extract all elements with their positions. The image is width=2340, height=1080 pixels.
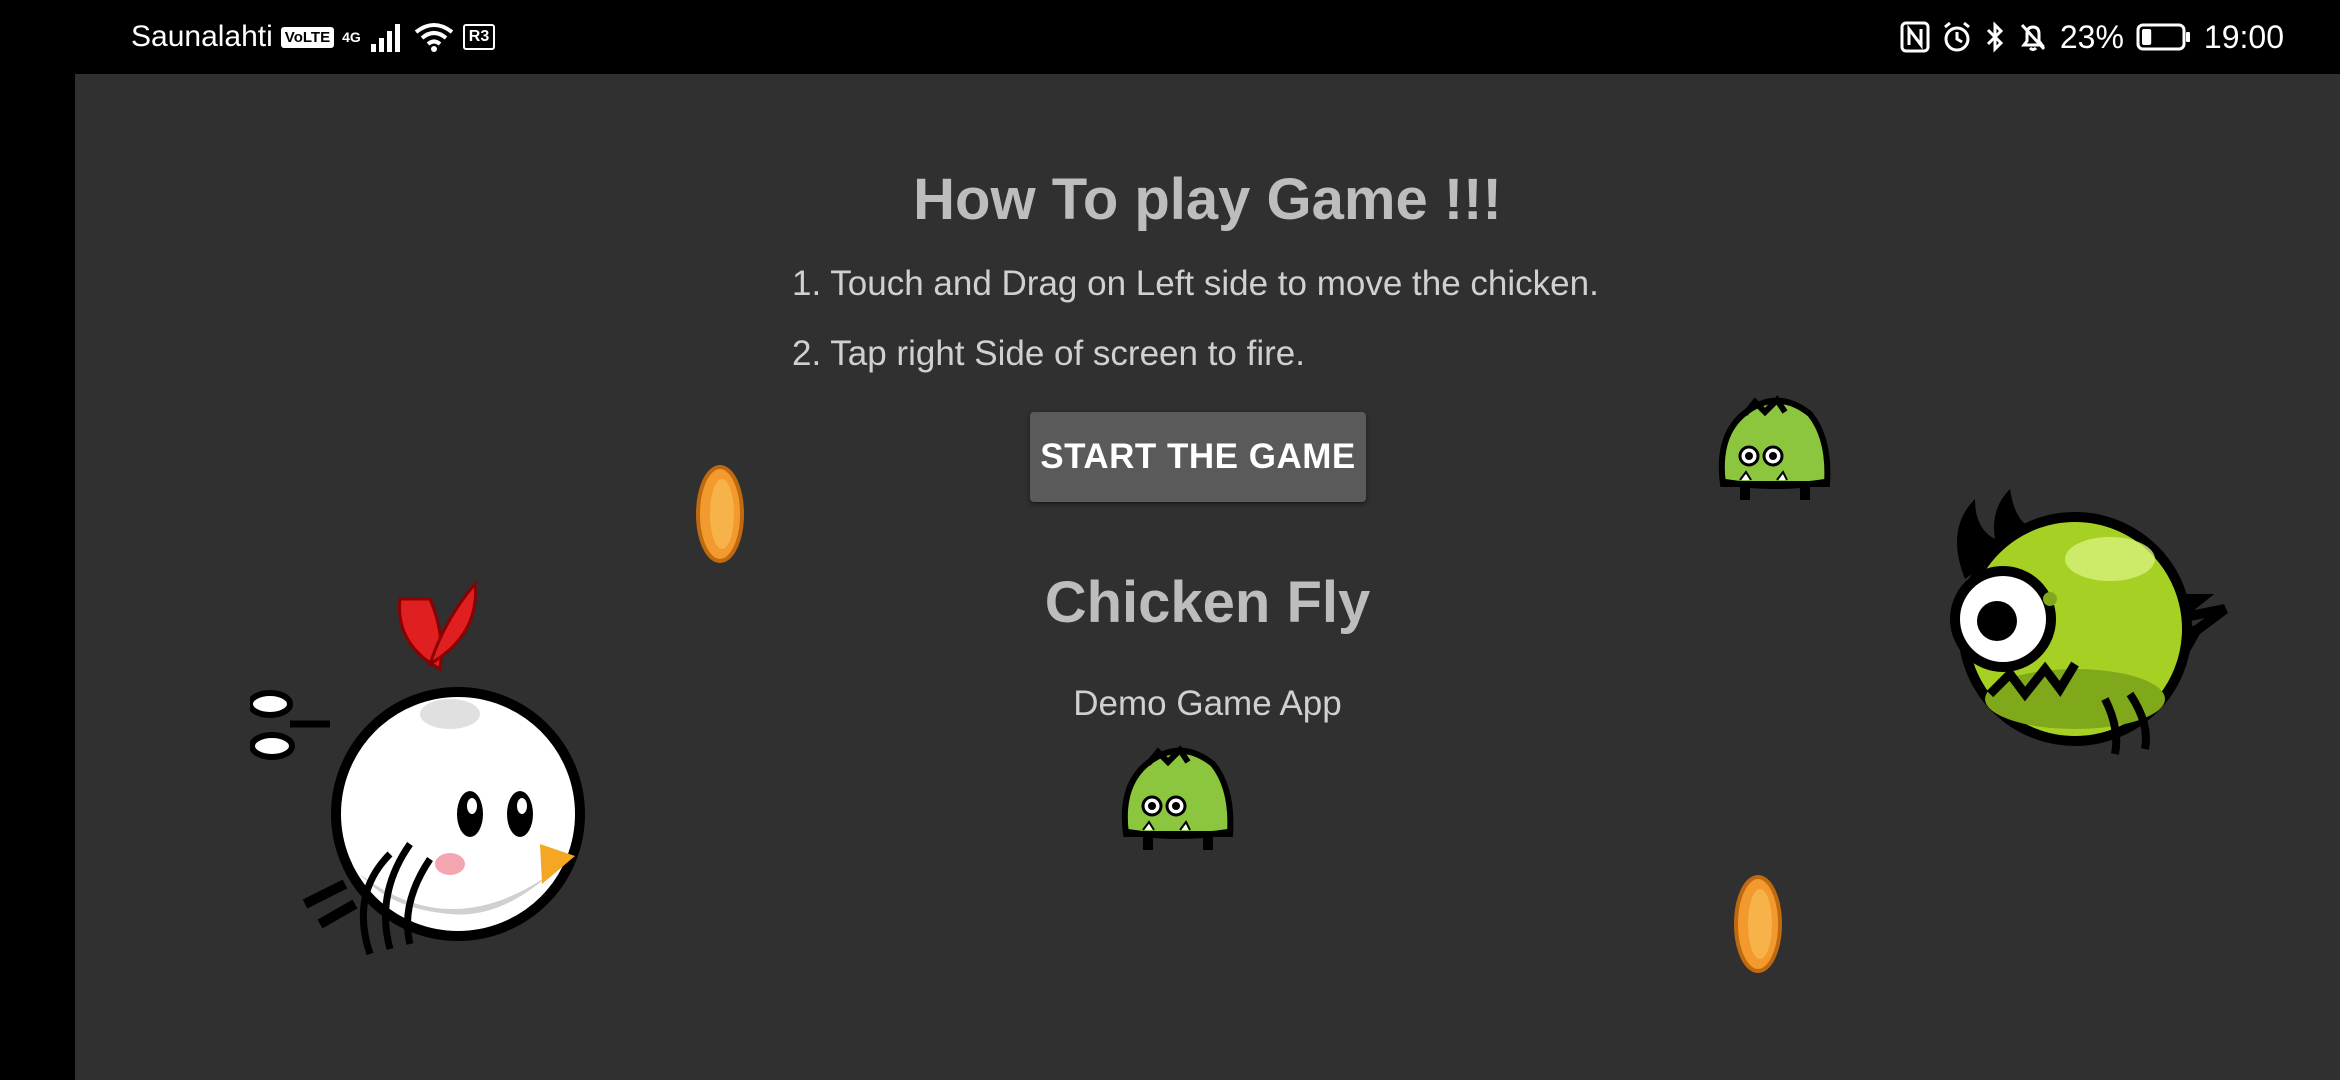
green-monster-sprite bbox=[1718, 395, 1831, 500]
battery-percent: 23% bbox=[2059, 18, 2124, 55]
signal-icon bbox=[370, 24, 400, 52]
big-green-monster-sprite bbox=[1950, 489, 2228, 755]
volte-icon: VoLTE bbox=[280, 26, 335, 48]
mute-icon bbox=[2020, 23, 2045, 51]
chicken-player-sprite bbox=[250, 580, 585, 956]
status-bar: Saunalahti VoLTE 4G R3 23% 19:00 bbox=[0, 0, 2340, 74]
bluetooth-icon bbox=[1986, 21, 2003, 53]
coin-sprite bbox=[1734, 875, 1782, 973]
nfc-icon bbox=[1900, 21, 1930, 53]
network-type-label: 4G bbox=[342, 29, 361, 45]
coin-sprite bbox=[696, 465, 744, 563]
status-right: 23% 19:00 bbox=[1900, 0, 2284, 74]
green-monster-sprite bbox=[1121, 745, 1234, 850]
start-game-button[interactable]: START THE GAME bbox=[1030, 412, 1366, 502]
game-screen[interactable]: How To play Game !!! 1. Touch and Drag o… bbox=[75, 74, 2340, 1080]
battery-fill bbox=[2141, 29, 2152, 45]
instruction-step-1: 1. Touch and Drag on Left side to move t… bbox=[792, 264, 1599, 303]
instructions-title: How To play Game !!! bbox=[913, 167, 1502, 232]
instruction-step-2: 2. Tap right Side of screen to fire. bbox=[792, 334, 1305, 373]
roaming-icon: R3 bbox=[462, 24, 496, 50]
battery-icon bbox=[2136, 23, 2190, 51]
status-left: Saunalahti VoLTE 4G R3 bbox=[131, 0, 496, 74]
alarm-icon bbox=[1943, 21, 1970, 52]
clock: 19:00 bbox=[2203, 18, 2284, 55]
carrier-name: Saunalahti bbox=[131, 20, 273, 53]
wifi-icon bbox=[414, 23, 453, 52]
